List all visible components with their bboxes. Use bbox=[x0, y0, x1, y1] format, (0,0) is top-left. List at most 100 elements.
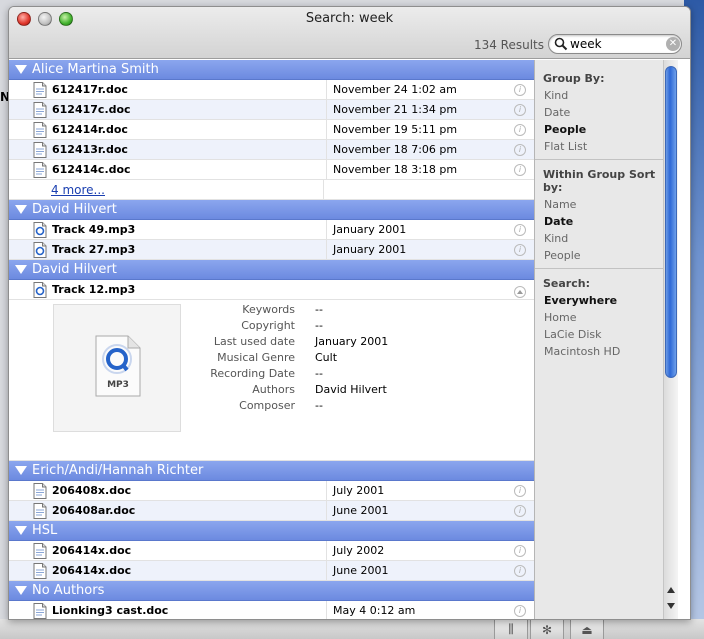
search-option-lacie-disk[interactable]: LaCie Disk bbox=[543, 326, 678, 343]
result-row[interactable]: 612414c.doc November 18 3:18 pm i bbox=[9, 160, 534, 180]
metadata-value: -- bbox=[315, 303, 323, 316]
search-scope-title: Search: bbox=[543, 277, 590, 290]
metadata-value: -- bbox=[315, 319, 323, 332]
group-by-section: Group By: Kind Date People Flat List bbox=[535, 72, 678, 155]
metadata-value: -- bbox=[315, 399, 323, 412]
doc-icon bbox=[33, 81, 47, 98]
info-icon[interactable]: i bbox=[514, 83, 526, 96]
metadata-key: Authors bbox=[252, 383, 295, 396]
scroll-up-arrow[interactable] bbox=[666, 585, 676, 595]
search-field[interactable]: ✕ bbox=[548, 34, 682, 54]
group-header[interactable]: Alice Martina Smith bbox=[9, 60, 534, 80]
eject-icon[interactable]: ⏏ bbox=[570, 619, 604, 639]
info-icon[interactable]: i bbox=[514, 123, 526, 136]
info-icon[interactable]: i bbox=[514, 243, 526, 256]
group_by-option-kind[interactable]: Kind bbox=[543, 87, 678, 104]
file-preview: MP3 bbox=[53, 304, 181, 432]
metadata-value: Cult bbox=[315, 351, 338, 364]
result-row[interactable]: Lionking3 cast.doc May 4 0:12 am i bbox=[9, 601, 534, 619]
metadata-key: Last used date bbox=[213, 335, 295, 348]
title-bar[interactable]: Search: week 134 Results ✕ bbox=[9, 7, 690, 59]
result-row[interactable]: 612417r.doc November 24 1:02 am i bbox=[9, 80, 534, 100]
file-date: June 2001 bbox=[326, 501, 516, 520]
doc-icon bbox=[33, 121, 47, 138]
file-name: 612417c.doc bbox=[52, 103, 131, 116]
search-option-home[interactable]: Home bbox=[543, 309, 678, 326]
disclosure-triangle-icon[interactable] bbox=[15, 526, 27, 535]
file-name: 612414r.doc bbox=[52, 123, 128, 136]
info-icon[interactable]: i bbox=[514, 484, 526, 497]
search-window: Search: week 134 Results ✕ Alice Martina… bbox=[8, 6, 691, 620]
sort_by-option-people[interactable]: People bbox=[543, 247, 678, 264]
result-row[interactable]: Track 27.mp3 January 2001 i bbox=[9, 240, 534, 260]
result-row[interactable]: 206414x.doc July 2002 i bbox=[9, 541, 534, 561]
sort_by-option-name[interactable]: Name bbox=[543, 196, 678, 213]
file-name: 206408ar.doc bbox=[52, 504, 136, 517]
scroll-thumb[interactable] bbox=[665, 66, 677, 378]
info-icon[interactable]: i bbox=[514, 143, 526, 156]
info-icon[interactable]: i bbox=[514, 504, 526, 517]
search-input[interactable] bbox=[570, 37, 666, 51]
file-date: November 24 1:02 am bbox=[326, 80, 516, 99]
disclosure-triangle-icon[interactable] bbox=[15, 205, 27, 214]
file-name: 206414x.doc bbox=[52, 544, 132, 557]
group-title: David Hilvert bbox=[32, 202, 117, 217]
result-row[interactable]: 206414x.doc June 2001 i bbox=[9, 561, 534, 581]
search-scope-section: Search: Everywhere Home LaCie Disk Macintos… bbox=[535, 277, 678, 360]
metadata-key: Musical Genre bbox=[217, 351, 295, 364]
background-toolbar: ⫼ ✻ ⏏ bbox=[0, 619, 704, 639]
group_by-option-flat-list[interactable]: Flat List bbox=[543, 138, 678, 155]
metadata-row: Composer -- bbox=[179, 398, 388, 414]
group_by-option-people[interactable]: People bbox=[543, 121, 678, 138]
group-title: No Authors bbox=[32, 583, 105, 598]
mp3-icon bbox=[33, 221, 47, 238]
result-row[interactable]: Track 49.mp3 January 2001 i bbox=[9, 220, 534, 240]
result-row[interactable]: Track 12.mp3 bbox=[9, 280, 534, 300]
group-header[interactable]: David Hilvert bbox=[9, 200, 534, 220]
search-option-everywhere[interactable]: Everywhere bbox=[543, 292, 678, 309]
group-title: Erich/Andi/Hannah Richter bbox=[32, 463, 204, 478]
sort_by-option-date[interactable]: Date bbox=[543, 213, 678, 230]
info-icon[interactable]: i bbox=[514, 564, 526, 577]
metadata-value: David Hilvert bbox=[315, 383, 387, 396]
doc-icon bbox=[33, 482, 47, 499]
mp3-file-icon: MP3 bbox=[95, 335, 141, 397]
group-header[interactable]: HSL bbox=[9, 521, 534, 541]
group-header[interactable]: David Hilvert bbox=[9, 260, 534, 280]
info-icon[interactable]: i bbox=[514, 223, 526, 236]
vertical-scrollbar[interactable] bbox=[663, 60, 678, 619]
disclosure-triangle-icon[interactable] bbox=[15, 65, 27, 74]
metadata-key: Keywords bbox=[242, 303, 295, 316]
file-date: November 21 1:34 pm bbox=[326, 100, 516, 119]
scroll-down-arrow[interactable] bbox=[666, 601, 676, 611]
group-title: David Hilvert bbox=[32, 262, 117, 277]
result-row[interactable]: 612413r.doc November 18 7:06 pm i bbox=[9, 140, 534, 160]
result-row[interactable]: 206408x.doc July 2001 i bbox=[9, 481, 534, 501]
snowflake-icon[interactable]: ✻ bbox=[530, 619, 564, 639]
group_by-option-date[interactable]: Date bbox=[543, 104, 678, 121]
info-icon[interactable]: i bbox=[514, 103, 526, 116]
doc-icon bbox=[33, 562, 47, 579]
result-row[interactable]: 612417c.doc November 21 1:34 pm i bbox=[9, 100, 534, 120]
collapse-detail-icon[interactable] bbox=[514, 286, 526, 298]
info-icon[interactable]: i bbox=[514, 604, 526, 617]
search-option-macintosh-hd[interactable]: Macintosh HD bbox=[543, 343, 678, 360]
metadata-row: Musical Genre Cult bbox=[179, 350, 388, 366]
sort_by-option-kind[interactable]: Kind bbox=[543, 230, 678, 247]
group-title: Alice Martina Smith bbox=[32, 62, 159, 77]
metadata-row: Keywords -- bbox=[179, 302, 388, 318]
clear-search-icon[interactable]: ✕ bbox=[666, 37, 680, 51]
equalizer-icon[interactable]: ⫼ bbox=[494, 619, 528, 639]
disclosure-triangle-icon[interactable] bbox=[15, 586, 27, 595]
sidebar-divider bbox=[535, 159, 670, 160]
disclosure-triangle-icon[interactable] bbox=[15, 466, 27, 475]
more-results-link[interactable]: 4 more... bbox=[51, 183, 323, 197]
disclosure-triangle-icon[interactable] bbox=[15, 265, 27, 274]
group-header[interactable]: No Authors bbox=[9, 581, 534, 601]
group-header[interactable]: Erich/Andi/Hannah Richter bbox=[9, 461, 534, 481]
info-icon[interactable]: i bbox=[514, 544, 526, 557]
info-icon[interactable]: i bbox=[514, 163, 526, 176]
result-row[interactable]: 612414r.doc November 19 5:11 pm i bbox=[9, 120, 534, 140]
result-row[interactable]: 206408ar.doc June 2001 i bbox=[9, 501, 534, 521]
file-date: November 18 7:06 pm bbox=[326, 140, 516, 159]
